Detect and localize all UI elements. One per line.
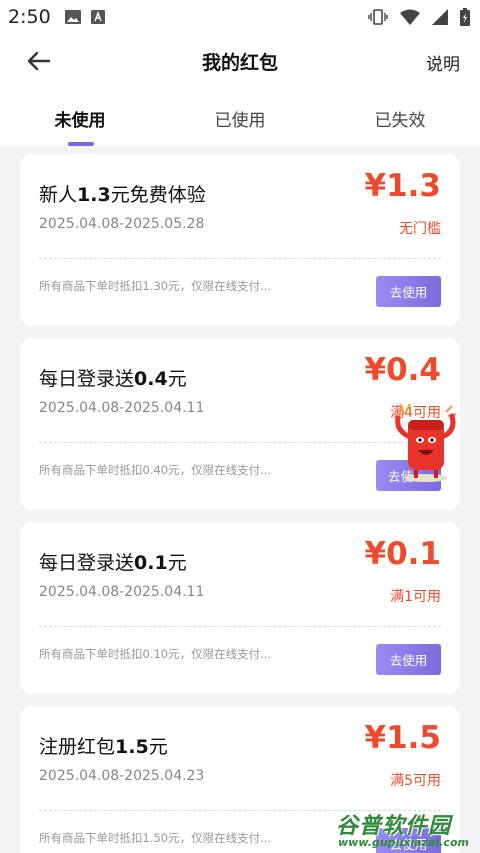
tab-bar: 未使用 已使用 已失效: [0, 88, 480, 146]
system-icons: [368, 8, 470, 26]
back-button[interactable]: [22, 46, 56, 76]
card-amount: ¥1.5: [364, 720, 442, 756]
card-amount: ¥1.3: [364, 168, 442, 204]
tab-label: 已使用: [214, 111, 266, 131]
card-amount: ¥0.1: [364, 536, 442, 572]
page-title: 我的红包: [201, 51, 278, 74]
card-date-range: 2025.04.08-2025.04.23: [39, 768, 205, 784]
card-description: 所有商品下单时抵扣1.30元，仅限在线支付...: [39, 279, 272, 293]
card-condition: 无门槛: [399, 221, 441, 237]
battery-icon: [460, 8, 470, 26]
card-title: 注册红包1.5元: [39, 736, 168, 758]
card-date-range: 2025.04.08-2025.04.11: [39, 584, 205, 600]
card-amount: ¥0.4: [364, 352, 442, 388]
tab-unused[interactable]: 未使用: [0, 88, 160, 146]
red-packet-list: 新人1.3元免费体验 2025.04.08-2025.05.28 ¥1.3 无门…: [0, 146, 480, 853]
tab-used[interactable]: 已使用: [160, 88, 320, 146]
status-time: 2:50: [8, 6, 51, 28]
notification-icons: [64, 10, 105, 24]
mascot-icon: [395, 403, 457, 482]
instructions-link[interactable]: 说明: [426, 50, 460, 75]
use-button[interactable]: 去使用: [376, 276, 441, 307]
tab-expired[interactable]: 已失效: [320, 88, 480, 146]
signal-icon: [432, 9, 448, 25]
card-title: 每日登录送0.4元: [39, 368, 187, 390]
app-bar: 我的红包 说明: [0, 34, 480, 88]
tab-indicator: [68, 142, 94, 146]
card-divider: [39, 626, 441, 627]
red-packet-mascot[interactable]: [390, 402, 462, 484]
red-packet-card: 每日登录送0.1元 2025.04.08-2025.04.11 ¥0.1 满1可…: [20, 522, 460, 694]
watermark-url: www.gupuxiazai.com: [338, 836, 469, 849]
card-description: 所有商品下单时抵扣0.10元，仅限在线支付...: [39, 647, 272, 661]
tab-label: 已失效: [374, 111, 426, 131]
card-date-range: 2025.04.08-2025.05.28: [39, 216, 205, 232]
card-date-range: 2025.04.08-2025.04.11: [39, 400, 205, 416]
card-divider: [39, 258, 441, 259]
red-packet-card: 新人1.3元免费体验 2025.04.08-2025.05.28 ¥1.3 无门…: [20, 154, 460, 326]
site-watermark: 谷普软件园 www.gupuxiazai.com: [330, 800, 480, 853]
status-bar: 2:50: [0, 0, 480, 34]
card-condition: 满1可用: [390, 589, 441, 605]
image-icon: [64, 10, 81, 24]
vibrate-icon: [368, 9, 388, 25]
tab-label: 未使用: [54, 111, 106, 131]
card-title: 每日登录送0.1元: [39, 552, 187, 574]
card-divider: [39, 442, 441, 443]
card-description: 所有商品下单时抵扣1.50元，仅限在线支付...: [39, 831, 272, 845]
card-description: 所有商品下单时抵扣0.40元，仅限在线支付...: [39, 463, 272, 477]
card-title: 新人1.3元免费体验: [39, 184, 206, 206]
use-button[interactable]: 去使用: [376, 644, 441, 675]
arrow-left-icon: [27, 51, 51, 71]
wifi-icon: [400, 9, 420, 25]
font-icon: [90, 10, 105, 24]
card-condition: 满5可用: [390, 773, 441, 789]
